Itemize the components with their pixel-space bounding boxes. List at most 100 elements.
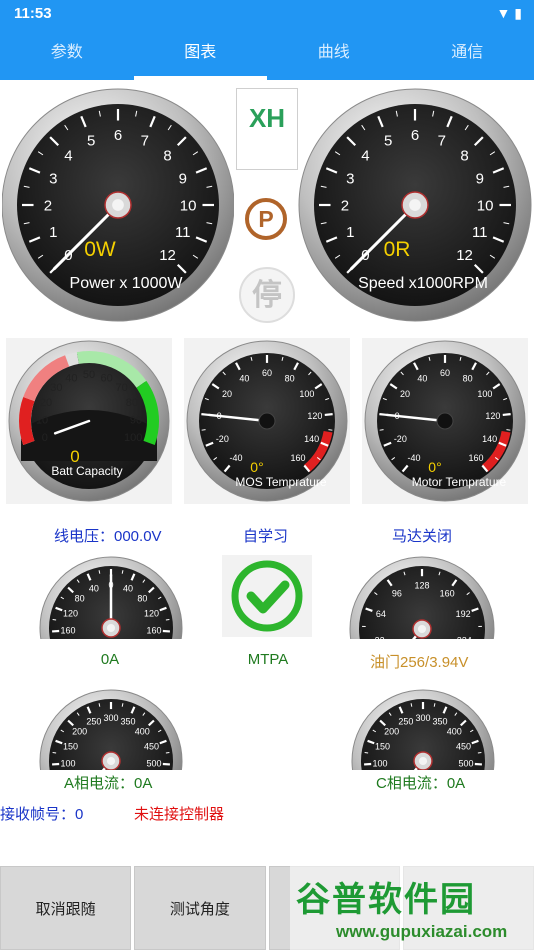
gauge-tick — [379, 429, 384, 431]
tab-charts[interactable]: 图表 — [133, 28, 268, 80]
motor-temp-gauge: -40-200204060801001201401600°Motor Tempr… — [362, 338, 528, 504]
gauge-tick-label: 120 — [144, 608, 159, 618]
gauge-tick-label: 50 — [83, 369, 95, 381]
tab-bar: 参数 图表 曲线 通信 — [0, 28, 534, 80]
gauge-tick-label: 60 — [440, 368, 450, 378]
gauge-red-zone — [19, 397, 35, 445]
gauge-tick-label: 12 — [456, 247, 473, 264]
gauge-caption: Power x 1000W — [70, 275, 184, 292]
gauge-tick-label: 128 — [414, 580, 429, 590]
gauge-tick-label: 80 — [463, 374, 473, 384]
gauge-tick-label: 350 — [121, 717, 136, 727]
gauge-tick — [98, 570, 101, 574]
gauge-tick — [328, 429, 333, 431]
gauge-tick — [506, 429, 511, 431]
battery-icon: ▮ — [514, 5, 522, 21]
gauge-caption: Speed x1000RPM — [358, 275, 488, 292]
gauge-tick-label: 40 — [89, 584, 99, 594]
gauge-tick-label: 40 — [123, 584, 133, 594]
gauge-tick-label: 500 — [146, 759, 161, 769]
gauge-tick-label: 150 — [63, 741, 78, 751]
watermark-brand: 谷普软件园 — [296, 881, 476, 919]
gauge-tick-label: 6 — [114, 127, 122, 144]
line-current-value: 0A — [100, 651, 120, 668]
park-letter: P — [258, 206, 273, 232]
gauge-tick-label: 100 — [372, 759, 387, 769]
gauge-tick-label: -40 — [230, 453, 243, 463]
gauge-tick-label: 9 — [179, 170, 187, 187]
gauge-tick-label: 0 — [42, 432, 48, 444]
connection-status: 未连接控制器 — [134, 806, 225, 823]
status-icons: ▼ ▮ — [497, 5, 522, 22]
gauge-tick — [201, 429, 206, 431]
status-bar: 11:53 ▼ ▮ — [0, 0, 534, 28]
mtpa-check-icon — [222, 555, 312, 637]
test-angle-button[interactable]: 测试角度 — [134, 866, 266, 950]
gauge-tick-label: 96 — [392, 588, 402, 598]
gauge-tick — [433, 703, 436, 707]
phase-a-gauge: 050100150200250300350400450500550600 — [38, 686, 184, 770]
gauge-tick-label: 160 — [468, 453, 483, 463]
gauge-tick-label: 500 — [458, 759, 473, 769]
gauge-tick — [165, 618, 170, 621]
gauge-tick-label: 60 — [100, 372, 112, 384]
tab-comm[interactable]: 通信 — [401, 28, 534, 80]
gauge-tick-label: 8 — [460, 148, 468, 165]
gauge-tick-label: 64 — [376, 609, 386, 619]
gauge-tick-label: 160 — [290, 453, 305, 463]
gauge-tick-label: 120 — [307, 411, 322, 421]
gauge-tick-label: 80 — [285, 374, 295, 384]
gauge-tick-label: 120 — [485, 411, 500, 421]
gauge-tick-label: 70 — [116, 382, 128, 394]
gauge-tick-label: 40 — [65, 372, 77, 384]
gauge-tick-label: 450 — [144, 741, 159, 751]
phase-a-current-label: A相电流：0A — [64, 775, 153, 792]
gauge-tick — [121, 570, 124, 574]
gauge-tick-label: 80 — [137, 594, 147, 604]
self-learn-button[interactable]: 自学习 — [243, 525, 288, 546]
park-icon: P — [243, 196, 289, 242]
cancel-follow-button[interactable]: 取消跟随 — [0, 866, 132, 950]
gauge-tick — [502, 413, 511, 417]
gauge-tick-label: 40 — [239, 374, 249, 384]
stop-char: 停 — [252, 278, 282, 313]
gauge-hub — [258, 412, 276, 430]
gauge-tick-label: 10 — [180, 197, 197, 214]
gauge-tick-label: 2 — [44, 197, 52, 214]
gauge-tick — [165, 751, 170, 754]
line-voltage-label: 线电压：000.0V — [54, 528, 162, 545]
tab-curves[interactable]: 曲线 — [267, 28, 401, 80]
gauge-tick-label: 3 — [49, 170, 57, 187]
gauge-tick-label: 100 — [124, 432, 142, 444]
xh-label: XH — [248, 103, 286, 133]
gauge-tick-label: 5 — [87, 133, 95, 150]
gauge-tick-label: 9 — [476, 170, 484, 187]
gauge-tick-label: 200 — [384, 727, 399, 737]
gauge-tick-label: 10 — [477, 197, 494, 214]
gauge-tick-label: 7 — [141, 133, 149, 150]
phase-c-gauge: 050100150200250300350400450500550600 — [350, 686, 496, 770]
gauge-tick-label: 450 — [456, 741, 471, 751]
gauge-tick-label: 80 — [75, 594, 85, 604]
power-gauge: 01234567891011120WPower x 1000W — [2, 86, 234, 324]
gauge-tick-label: 400 — [447, 727, 462, 737]
throttle-gauge: 03264961281601922242560 — [348, 553, 496, 639]
gauge-tick-label: 3 — [346, 170, 354, 187]
gauge-tick-label: 100 — [60, 759, 75, 769]
gauge-tick-label: -40 — [408, 453, 421, 463]
stop-icon: 停 — [238, 266, 296, 324]
gauge-tick-label: 10 — [36, 414, 48, 426]
gauge-tick-label: -20 — [216, 434, 229, 444]
gauge-tick-label: 11 — [175, 224, 191, 241]
gauge-tick — [410, 703, 413, 707]
gauge-value: 0W — [84, 238, 116, 261]
gauge-tick-label: 250 — [86, 717, 101, 727]
gauge-tick-label: 1 — [49, 224, 57, 241]
tab-params[interactable]: 参数 — [0, 28, 134, 80]
gauge-tick-label: 224 — [457, 635, 472, 639]
gauge-value: 0° — [250, 459, 263, 475]
gauge-tick-label: 20 — [40, 397, 52, 409]
gauge-caption: Motor Temprature — [412, 475, 507, 489]
gauge-tick-label: 350 — [433, 717, 448, 727]
gauge-tick-label: -20 — [394, 434, 407, 444]
